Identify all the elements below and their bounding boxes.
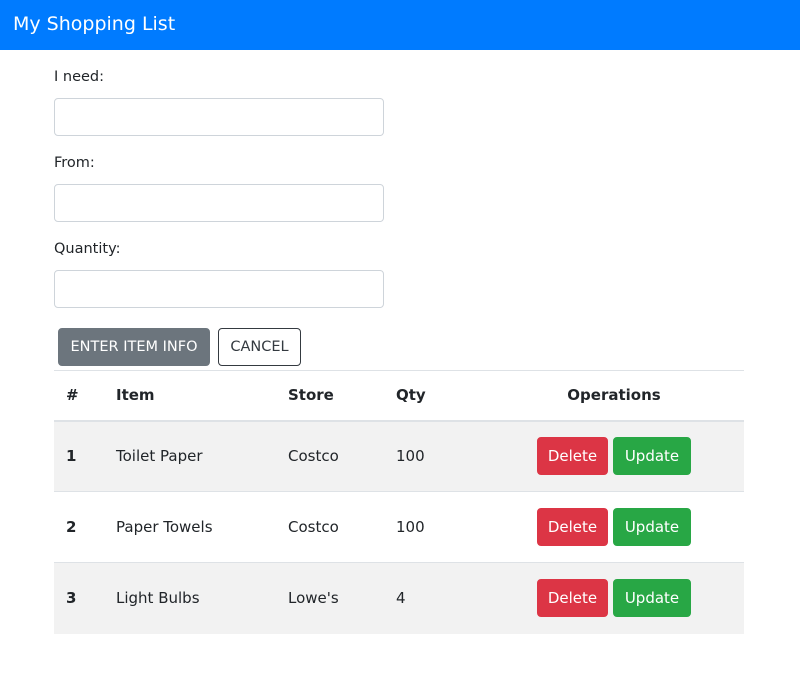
form-buttons: ENTER ITEM INFO CANCEL (58, 328, 301, 366)
row-operations: Delete Update (484, 420, 744, 492)
row-num: 2 (54, 491, 104, 563)
table-row: 3 Light Bulbs Lowe's 4 Delete Update (54, 562, 744, 634)
row-store: Costco (276, 491, 384, 563)
need-label: I need: (54, 69, 105, 85)
from-field-group: From: (54, 153, 384, 222)
quantity-input[interactable] (54, 270, 384, 308)
row-qty: 4 (384, 562, 484, 634)
header-store: Store (276, 370, 384, 422)
row-num: 1 (54, 420, 104, 492)
navbar: My Shopping List (0, 0, 800, 50)
row-operations: Delete Update (484, 562, 744, 634)
row-store: Costco (276, 420, 384, 492)
row-operations: Delete Update (484, 491, 744, 563)
update-button[interactable]: Update (613, 579, 691, 618)
update-button[interactable]: Update (613, 508, 691, 546)
update-button[interactable]: Update (613, 437, 691, 476)
cancel-button[interactable]: CANCEL (218, 328, 301, 366)
delete-button[interactable]: Delete (537, 579, 608, 618)
table-header-row: # Item Store Qty Operations (54, 370, 744, 422)
header-num: # (54, 370, 104, 422)
row-item: Light Bulbs (104, 562, 276, 634)
header-qty: Qty (384, 370, 484, 422)
row-store: Lowe's (276, 562, 384, 634)
row-qty: 100 (384, 491, 484, 563)
row-qty: 100 (384, 420, 484, 492)
need-input[interactable] (54, 98, 384, 136)
app-title[interactable]: My Shopping List (13, 13, 175, 35)
quantity-label: Quantity: (54, 241, 121, 257)
delete-button[interactable]: Delete (537, 437, 608, 476)
shopping-list-table: # Item Store Qty Operations 1 Toilet Pap… (54, 370, 744, 634)
quantity-field-group: Quantity: (54, 239, 384, 308)
row-num: 3 (54, 562, 104, 634)
from-label: From: (54, 155, 95, 171)
table-row: 1 Toilet Paper Costco 100 Delete Update (54, 420, 744, 492)
enter-item-info-button[interactable]: ENTER ITEM INFO (58, 328, 210, 366)
from-input[interactable] (54, 184, 384, 222)
row-item: Paper Towels (104, 491, 276, 563)
row-item: Toilet Paper (104, 420, 276, 492)
delete-button[interactable]: Delete (537, 508, 608, 546)
need-field-group: I need: (54, 67, 384, 136)
header-operations: Operations (484, 370, 744, 422)
item-form: I need: From: Quantity: (54, 67, 384, 308)
table-row: 2 Paper Towels Costco 100 Delete Update (54, 491, 744, 563)
header-item: Item (104, 370, 276, 422)
